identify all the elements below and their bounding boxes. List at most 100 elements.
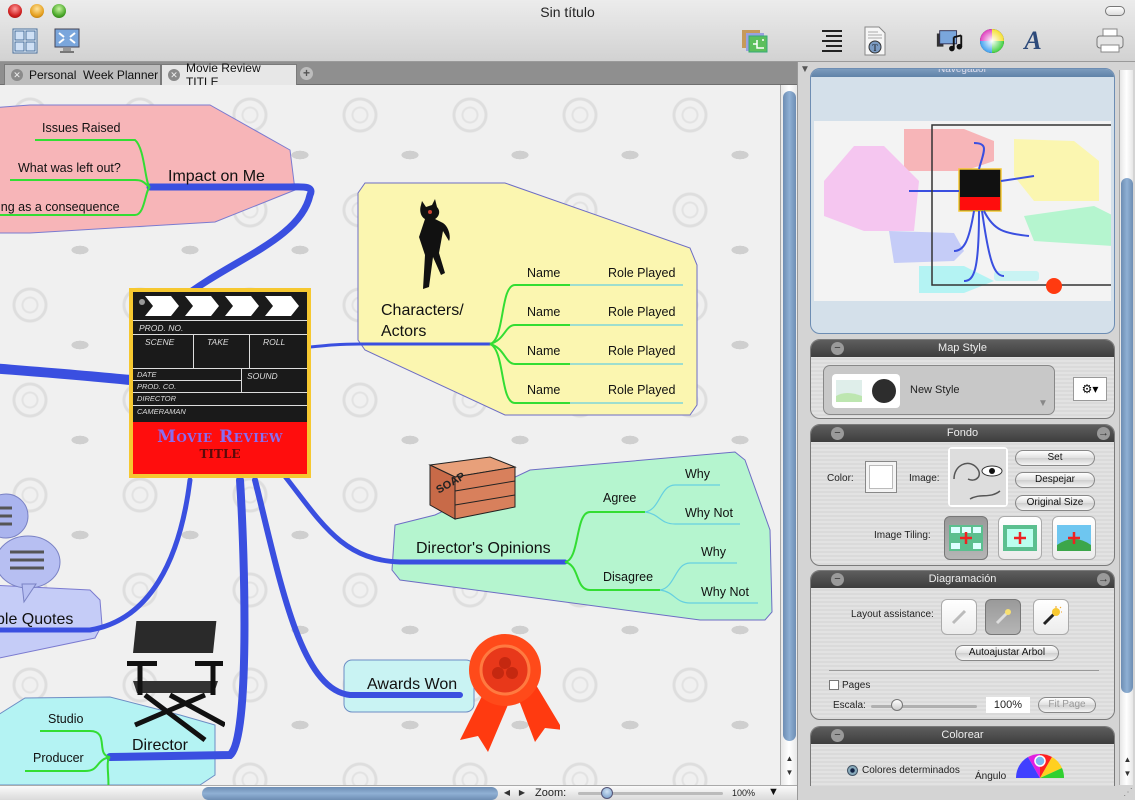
impact-topic-label[interactable]: Impact on Me: [168, 168, 265, 186]
style-background-thumbnail: [836, 380, 862, 402]
zoom-slider-track[interactable]: [578, 792, 723, 795]
map-style-title: Map Style: [938, 342, 987, 354]
characters-topic-label-line2[interactable]: Actors: [381, 323, 426, 341]
scroll-down-arrow[interactable]: ▼: [783, 767, 796, 779]
layout-assist-off-button[interactable]: [941, 599, 977, 635]
close-tab-icon[interactable]: ✕: [11, 69, 23, 81]
expand-panel-arrow-icon[interactable]: →: [1097, 427, 1110, 440]
canvas-bottom-bar: ◀ ▶ Zoom: 100% ▼: [0, 785, 797, 800]
opinions-topic-label[interactable]: Director's Opinions: [416, 540, 551, 558]
style-actions-button[interactable]: ⚙▾: [1073, 377, 1107, 401]
close-tab-icon[interactable]: ✕: [168, 69, 180, 81]
tiling-center-button[interactable]: [998, 516, 1042, 560]
grid-view-button[interactable]: [10, 26, 40, 56]
fondo-color-label: Color:: [827, 473, 854, 484]
inspector-scroll-up-arrow[interactable]: ▲: [1121, 754, 1134, 766]
character-role[interactable]: Role Played: [608, 383, 675, 397]
opinion-why-not[interactable]: Why Not: [701, 585, 749, 599]
collapse-panel-icon[interactable]: −: [831, 573, 844, 586]
fondo-clear-button[interactable]: Despejar: [1015, 472, 1095, 488]
director-topic-label[interactable]: Director: [132, 737, 188, 755]
layout-assist-medium-button[interactable]: [985, 599, 1021, 635]
color-angle-wheel[interactable]: [1016, 752, 1064, 780]
fondo-original-size-button[interactable]: Original Size: [1015, 495, 1095, 511]
style-topic-thumbnail: [872, 379, 896, 403]
tab-personal-week-planner[interactable]: ✕ Personal Week Planner: [4, 64, 161, 85]
resize-grip-icon[interactable]: ⋰: [1123, 787, 1133, 798]
canvas-vertical-scrollbar[interactable]: ▲ ▼: [780, 85, 797, 785]
fondo-image-well[interactable]: [948, 447, 1008, 507]
clapper-scene: SCENE: [145, 337, 175, 347]
stretch-pattern-icon: [1057, 525, 1091, 551]
notes-button[interactable]: T: [860, 26, 890, 56]
fit-page-button[interactable]: Fit Page: [1038, 697, 1096, 713]
tiling-stretch-button[interactable]: [1052, 516, 1096, 560]
scroll-right-arrow[interactable]: ▶: [516, 787, 528, 799]
character-role[interactable]: Role Played: [608, 266, 675, 280]
map-style-selector[interactable]: New Style ▼: [823, 365, 1055, 415]
navigator-preview[interactable]: [814, 121, 1114, 301]
opinion-why-not[interactable]: Why Not: [685, 506, 733, 520]
style-dropdown-arrow[interactable]: ▼: [1038, 398, 1048, 409]
collapse-panel-icon[interactable]: −: [831, 427, 844, 440]
fonts-button[interactable]: A: [1018, 26, 1048, 56]
opinion-why[interactable]: Why: [685, 467, 710, 481]
impact-subtopic[interactable]: Issues Raised: [42, 121, 121, 135]
impact-subtopic[interactable]: ing as a consequence: [0, 200, 120, 214]
print-button[interactable]: [1095, 26, 1125, 56]
fondo-color-well[interactable]: [865, 461, 897, 493]
scale-slider-track[interactable]: [871, 705, 977, 708]
add-tab-button[interactable]: +: [300, 67, 313, 80]
director-subtopic[interactable]: Studio: [48, 712, 83, 726]
fondo-set-button[interactable]: Set: [1015, 450, 1095, 466]
character-name[interactable]: Name: [527, 305, 560, 319]
scale-value-field[interactable]: 100%: [986, 697, 1030, 713]
tab-movie-review[interactable]: ✕ Movie Review TITLE: [161, 61, 297, 89]
map-structure-button[interactable]: [740, 26, 770, 56]
character-role[interactable]: Role Played: [608, 305, 675, 319]
central-title: Movie Review: [157, 427, 283, 447]
fixed-colors-radio[interactable]: [847, 765, 858, 776]
inspector-collapse-icon[interactable]: ▼: [800, 64, 810, 75]
outline-button[interactable]: [817, 26, 847, 56]
wand-medium-icon: [995, 609, 1011, 625]
pages-checkbox[interactable]: [829, 680, 839, 690]
central-topic[interactable]: PROD. NO. SCENE TAKE ROLL DATE SOUND PRO…: [129, 288, 311, 478]
inspector-scroll-thumb[interactable]: [1121, 178, 1133, 693]
director-subtopic[interactable]: Producer: [33, 751, 84, 765]
character-role[interactable]: Role Played: [608, 344, 675, 358]
impact-subtopic[interactable]: What was left out?: [18, 161, 121, 175]
character-name[interactable]: Name: [527, 266, 560, 280]
awards-topic-label[interactable]: Awards Won: [367, 676, 457, 694]
characters-topic-label-line1[interactable]: Characters/: [381, 302, 464, 320]
quotes-topic-label[interactable]: ble Quotes: [0, 611, 73, 629]
canvas-horizontal-scroll-thumb[interactable]: [202, 787, 498, 800]
scale-slider-knob[interactable]: [891, 699, 903, 711]
opinion-why[interactable]: Why: [701, 545, 726, 559]
canvas-vertical-scroll-thumb[interactable]: [783, 91, 796, 741]
tiling-tile-button[interactable]: [944, 516, 988, 560]
layout-assist-full-button[interactable]: [1033, 599, 1069, 635]
character-name[interactable]: Name: [527, 383, 560, 397]
clapper-sound: SOUND: [247, 371, 278, 381]
zoom-dropdown-arrow[interactable]: ▼: [768, 786, 779, 798]
colors-button[interactable]: [977, 26, 1007, 56]
scroll-left-arrow[interactable]: ◀: [501, 787, 513, 799]
map-structure-icon: [742, 30, 768, 53]
opinion-agree[interactable]: Agree: [603, 491, 636, 505]
expand-panel-arrow-icon[interactable]: →: [1097, 573, 1110, 586]
full-screen-button[interactable]: [52, 26, 82, 56]
collapse-panel-icon[interactable]: −: [831, 342, 844, 355]
clapper-stripes: [139, 296, 299, 316]
media-button[interactable]: [935, 26, 965, 56]
inspector-scroll-down-arrow[interactable]: ▼: [1121, 768, 1134, 780]
opinion-disagree[interactable]: Disagree: [603, 570, 653, 584]
autofit-tree-button[interactable]: Autoajustar Arbol: [955, 645, 1059, 661]
collapse-panel-icon[interactable]: −: [831, 729, 844, 742]
character-name[interactable]: Name: [527, 344, 560, 358]
zoom-slider-knob[interactable]: [601, 787, 613, 799]
toolbar-toggle-button[interactable]: [1105, 6, 1125, 16]
inspector-scrollbar[interactable]: ▲ ▼: [1119, 70, 1133, 785]
mindmap-canvas[interactable]: PROD. NO. SCENE TAKE ROLL DATE SOUND PRO…: [0, 85, 780, 785]
scroll-up-arrow[interactable]: ▲: [783, 753, 796, 765]
